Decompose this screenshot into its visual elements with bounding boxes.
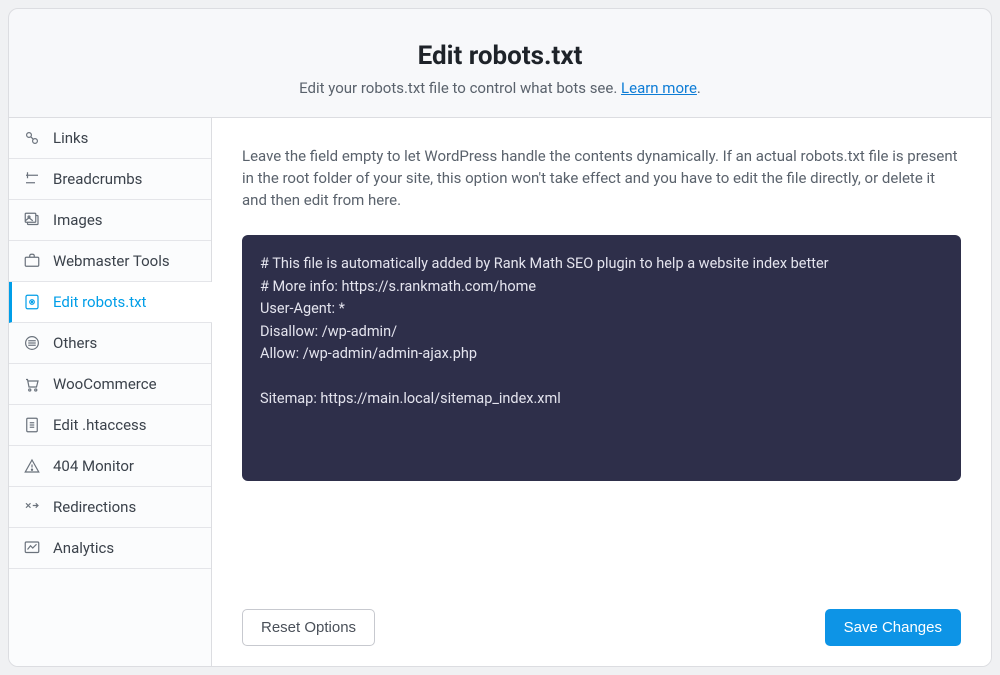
images-icon <box>23 211 41 229</box>
panel-body: Links Breadcrumbs Images Webmaster Tools <box>9 117 991 666</box>
sidebar-item-robots[interactable]: Edit robots.txt <box>9 282 212 323</box>
others-icon <box>23 334 41 352</box>
page-title: Edit robots.txt <box>29 41 971 71</box>
page-subtitle: Edit your robots.txt file to control wha… <box>29 79 971 97</box>
sidebar-item-label: Webmaster Tools <box>53 252 170 270</box>
woocommerce-icon <box>23 375 41 393</box>
content-area: Leave the field empty to let WordPress h… <box>212 118 991 591</box>
sidebar-item-label: Edit robots.txt <box>53 293 146 311</box>
sidebar-item-images[interactable]: Images <box>9 200 211 241</box>
subtitle-period: . <box>697 79 701 97</box>
sidebar-item-label: Others <box>53 334 97 352</box>
sidebar-item-label: Edit .htaccess <box>53 416 147 434</box>
sidebar-item-label: Redirections <box>53 498 136 516</box>
sidebar-item-label: Links <box>53 129 88 147</box>
monitor-icon <box>23 457 41 475</box>
sidebar-item-label: 404 Monitor <box>53 457 134 475</box>
sidebar-item-label: Breadcrumbs <box>53 170 142 188</box>
sidebar-item-breadcrumbs[interactable]: Breadcrumbs <box>9 159 211 200</box>
sidebar-item-links[interactable]: Links <box>9 118 211 159</box>
sidebar-item-404[interactable]: 404 Monitor <box>9 446 211 487</box>
htaccess-icon <box>23 416 41 434</box>
sidebar-item-analytics[interactable]: Analytics <box>9 528 211 569</box>
learn-more-link[interactable]: Learn more <box>621 79 697 97</box>
main-content: Leave the field empty to let WordPress h… <box>212 117 991 666</box>
save-button[interactable]: Save Changes <box>825 609 961 646</box>
field-description: Leave the field empty to let WordPress h… <box>242 146 961 211</box>
sidebar-item-others[interactable]: Others <box>9 323 211 364</box>
sidebar: Links Breadcrumbs Images Webmaster Tools <box>9 117 212 666</box>
panel-header: Edit robots.txt Edit your robots.txt fil… <box>9 9 991 117</box>
webmaster-icon <box>23 252 41 270</box>
sidebar-item-label: WooCommerce <box>53 375 157 393</box>
sidebar-item-redirections[interactable]: Redirections <box>9 487 211 528</box>
settings-panel: Edit robots.txt Edit your robots.txt fil… <box>8 8 992 667</box>
sidebar-item-label: Images <box>53 211 103 229</box>
sidebar-item-webmaster[interactable]: Webmaster Tools <box>9 241 211 282</box>
sidebar-item-label: Analytics <box>53 539 114 557</box>
panel-footer: Reset Options Save Changes <box>212 591 991 666</box>
analytics-icon <box>23 539 41 557</box>
reset-button[interactable]: Reset Options <box>242 609 375 646</box>
links-icon <box>23 129 41 147</box>
sidebar-item-woocommerce[interactable]: WooCommerce <box>9 364 211 405</box>
redirections-icon <box>23 498 41 516</box>
robots-editor[interactable]: # This file is automatically added by Ra… <box>242 235 961 480</box>
robots-icon <box>23 293 41 311</box>
breadcrumbs-icon <box>23 170 41 188</box>
subtitle-text: Edit your robots.txt file to control wha… <box>299 79 621 97</box>
sidebar-item-htaccess[interactable]: Edit .htaccess <box>9 405 211 446</box>
